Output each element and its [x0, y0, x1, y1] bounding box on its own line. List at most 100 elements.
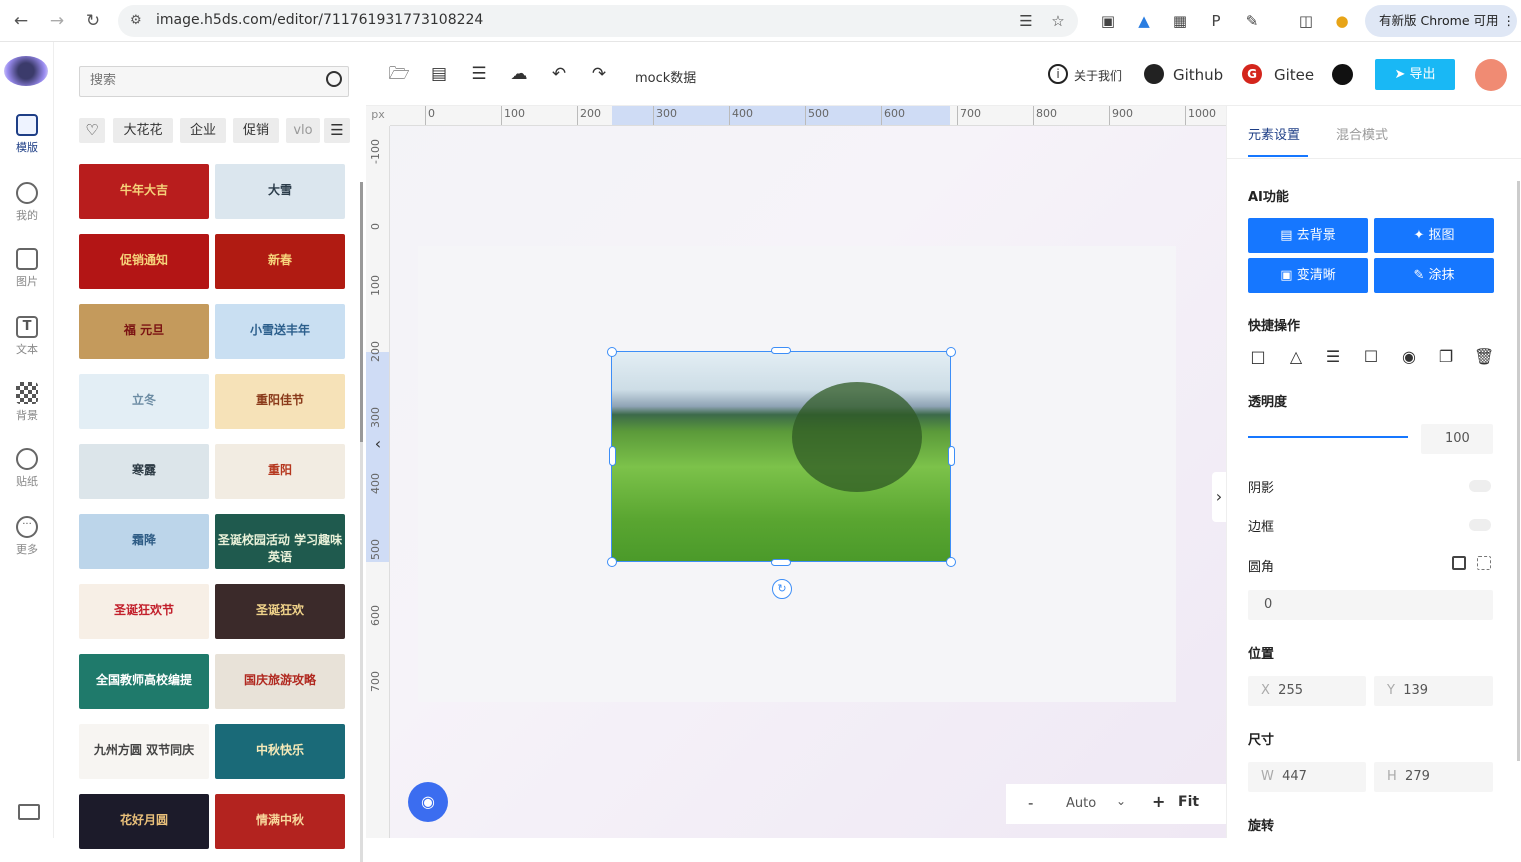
template-thumbnail[interactable]: 情满中秋 — [215, 794, 345, 849]
extensions-puzzle-icon[interactable]: ✎ — [1242, 11, 1262, 31]
ai-robot-icon[interactable]: ◉ — [408, 782, 448, 822]
template-thumbnail[interactable]: 圣诞狂欢节 — [79, 584, 209, 639]
resize-handle-n[interactable] — [771, 347, 791, 354]
template-thumbnail[interactable]: 牛年大吉 — [79, 164, 209, 219]
template-thumbnail[interactable]: 大雪 — [215, 164, 345, 219]
extension-p-icon[interactable]: P — [1206, 11, 1226, 31]
rail-item-template[interactable]: 模版 — [0, 114, 54, 155]
github-icon[interactable] — [1144, 64, 1164, 84]
info-icon[interactable]: i — [1048, 64, 1068, 84]
rail-item-more[interactable]: ··· 更多 — [0, 516, 54, 557]
chrome-update-badge[interactable]: 有新版 Chrome 可用 ⋮ — [1365, 5, 1517, 37]
template-thumbnail[interactable]: 霜降 — [79, 514, 209, 569]
sidepanel-icon[interactable]: ◫ — [1296, 11, 1316, 31]
search-box[interactable] — [79, 66, 349, 97]
unlock-icon[interactable]: ☐ — [1361, 347, 1381, 367]
template-thumbnail[interactable]: 新春 — [215, 234, 345, 289]
gitee-link[interactable]: Gitee — [1274, 66, 1314, 84]
user-avatar[interactable] — [1475, 59, 1507, 91]
zoom-select[interactable]: Auto — [1066, 796, 1096, 811]
rail-item-background[interactable]: 背景 — [0, 382, 54, 423]
search-icon[interactable] — [326, 71, 342, 87]
resize-handle-sw[interactable] — [607, 557, 617, 567]
shadow-toggle[interactable] — [1469, 480, 1491, 492]
template-thumbnail[interactable]: 重阳佳节 — [215, 374, 345, 429]
tag-chip[interactable]: 企业 — [180, 118, 226, 143]
resize-handle-e[interactable] — [948, 446, 955, 466]
flip-vertical-icon[interactable]: ☰ — [1323, 347, 1343, 367]
template-thumbnail[interactable]: 寒露 — [79, 444, 209, 499]
gitee-icon[interactable]: G — [1242, 64, 1262, 84]
chevron-down-icon[interactable]: ⌄ — [1116, 794, 1126, 808]
resize-handle-w[interactable] — [609, 446, 616, 466]
collapse-left-icon[interactable]: ‹ — [366, 434, 390, 454]
reload-icon[interactable]: ↻ — [83, 11, 103, 31]
search-input[interactable] — [90, 73, 310, 88]
crop-icon[interactable]: □ — [1248, 347, 1268, 367]
duplicate-icon[interactable]: ❐ — [1436, 347, 1456, 367]
expand-panel-icon[interactable]: › — [1212, 472, 1226, 522]
tag-chip[interactable]: vlo — [286, 118, 320, 143]
rail-item-image[interactable]: 图片 — [0, 248, 54, 289]
fit-button[interactable]: Fit — [1178, 794, 1199, 810]
profile-avatar-icon[interactable]: ● — [1332, 11, 1352, 31]
remove-background-button[interactable]: ▤ 去背景 — [1248, 218, 1368, 253]
size-h-field[interactable]: H 279 — [1374, 762, 1493, 792]
undo-icon[interactable]: ↶ — [548, 64, 570, 84]
eye-icon[interactable]: ◉ — [1399, 347, 1419, 367]
favorite-heart-icon[interactable]: ♡ — [79, 118, 105, 143]
extension-square-icon[interactable]: ▣ — [1098, 11, 1118, 31]
about-link[interactable]: 关于我们 — [1074, 67, 1122, 84]
template-thumbnail[interactable]: 重阳 — [215, 444, 345, 499]
address-bar[interactable]: ⚙ image.h5ds.com/editor/7117619317731082… — [118, 5, 1078, 37]
site-info-icon[interactable]: ⚙ — [130, 13, 142, 28]
cutout-button[interactable]: ✦ 抠图 — [1374, 218, 1494, 253]
forward-icon[interactable]: → — [47, 11, 67, 31]
document-icon[interactable]: ▤ — [428, 64, 450, 84]
template-thumbnail[interactable]: 中秋快乐 — [215, 724, 345, 779]
export-button[interactable]: ➤ 导出 — [1375, 59, 1455, 90]
back-icon[interactable]: ← — [11, 11, 31, 31]
panel-scrollbar[interactable] — [1517, 181, 1520, 761]
template-thumbnail[interactable]: 九州方圆 双节同庆 — [79, 724, 209, 779]
github-link[interactable]: Github — [1173, 66, 1223, 84]
radius-individual-icon[interactable] — [1477, 556, 1491, 570]
template-thumbnail[interactable]: 福 元旦 — [79, 304, 209, 359]
template-thumbnail[interactable]: 国庆旅游攻略 — [215, 654, 345, 709]
url-text[interactable]: image.h5ds.com/editor/711761931773108224 — [156, 12, 483, 28]
rail-item-text[interactable]: T 文本 — [0, 316, 54, 357]
flip-horizontal-icon[interactable]: △ — [1286, 347, 1306, 367]
template-thumbnail[interactable]: 立冬 — [79, 374, 209, 429]
position-y-field[interactable]: Y 139 — [1374, 676, 1493, 706]
radius-input[interactable]: 0 — [1248, 590, 1493, 620]
resize-handle-ne[interactable] — [946, 347, 956, 357]
rail-item-mine[interactable]: 我的 — [0, 182, 54, 223]
position-x-field[interactable]: X 255 — [1248, 676, 1366, 706]
cloud-save-icon[interactable]: ☁ — [508, 64, 530, 84]
zoom-in-button[interactable]: + — [1152, 792, 1165, 811]
delete-icon[interactable]: 🗑 — [1474, 347, 1494, 367]
scrollbar-thumb[interactable] — [360, 182, 363, 442]
selected-image[interactable] — [611, 351, 951, 562]
template-thumbnail[interactable]: 全国教师高校编提 — [79, 654, 209, 709]
opacity-input[interactable]: 100 — [1421, 424, 1493, 454]
resize-handle-nw[interactable] — [607, 347, 617, 357]
rotate-handle-icon[interactable]: ↻ — [772, 579, 792, 599]
redo-icon[interactable]: ↷ — [588, 64, 610, 84]
enhance-button[interactable]: ▣ 变清晰 — [1248, 258, 1368, 293]
menu-icon[interactable]: ☰ — [324, 118, 350, 143]
border-toggle[interactable] — [1469, 519, 1491, 531]
rail-item-sticker[interactable]: 贴纸 — [0, 448, 54, 489]
tab-blend-mode[interactable]: 混合模式 — [1336, 124, 1388, 143]
tab-element-settings[interactable]: 元素设置 — [1248, 124, 1300, 143]
template-thumbnail[interactable]: 圣诞狂欢 — [215, 584, 345, 639]
resize-handle-s[interactable] — [771, 559, 791, 566]
layers-icon[interactable]: ☰ — [468, 64, 490, 84]
radius-uniform-icon[interactable] — [1452, 556, 1466, 570]
template-thumbnail[interactable]: 圣诞校园活动 学习趣味英语 — [215, 514, 345, 569]
dark-mode-icon[interactable] — [1332, 64, 1353, 85]
bookmark-star-icon[interactable]: ☆ — [1048, 11, 1068, 31]
tag-chip[interactable]: 大花花 — [113, 118, 173, 143]
template-scrollbar[interactable] — [360, 182, 363, 862]
template-thumbnail[interactable]: 促销通知 — [79, 234, 209, 289]
